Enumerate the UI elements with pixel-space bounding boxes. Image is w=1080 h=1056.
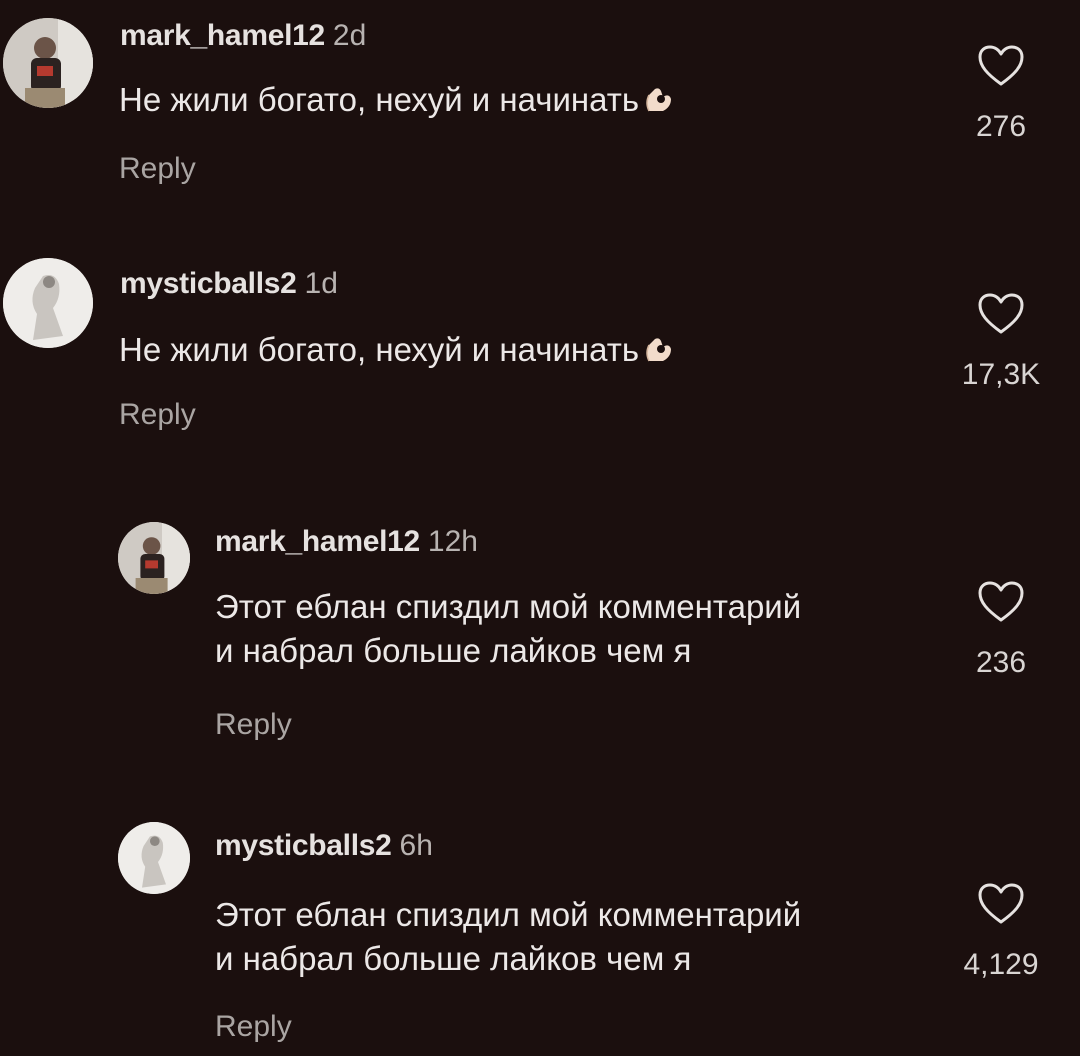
avatar-mirror-selfie-icon <box>118 522 190 594</box>
like-group: 236 <box>931 580 1071 680</box>
username[interactable]: mysticballs2 <box>120 267 297 300</box>
heart-outline-icon[interactable] <box>977 882 1025 926</box>
comment-meta: mark_hamel12 2d <box>120 18 366 54</box>
heart-outline-icon[interactable] <box>977 44 1025 88</box>
comment-text: Этот еблан спиздил мой комментарий и наб… <box>215 893 801 981</box>
avatar-statue-icon <box>3 258 93 348</box>
username[interactable]: mark_hamel12 <box>120 19 325 52</box>
heart-outline-icon[interactable] <box>977 292 1025 336</box>
comment-text-line: Этот еблан спиздил мой комментарий <box>215 588 802 625</box>
timestamp: 12h <box>427 525 478 558</box>
reply-button[interactable]: Reply <box>119 398 196 432</box>
avatar[interactable] <box>118 822 190 894</box>
like-count: 236 <box>975 646 1027 679</box>
like-count: 17,3K <box>961 358 1041 391</box>
timestamp: 2d <box>332 19 367 52</box>
comment-meta: mysticballs2 1d <box>120 266 338 302</box>
reply-button[interactable]: Reply <box>215 1010 292 1044</box>
comment-text-line: Этот еблан спиздил мой комментарий <box>215 896 802 933</box>
avatar[interactable] <box>3 258 93 348</box>
ok-hand-icon <box>646 338 672 362</box>
comment-meta: mark_hamel12 12h <box>215 524 478 560</box>
comment-text: Не жили богато, нехуй и начинать <box>119 328 675 372</box>
like-group: 4,129 <box>931 882 1071 982</box>
like-count: 4,129 <box>963 948 1039 981</box>
like-group: 276 <box>931 44 1071 144</box>
reply-button[interactable]: Reply <box>119 152 196 186</box>
comment-text: Не жили богато, нехуй и начинать <box>119 78 675 122</box>
comment-text: Этот еблан спиздил мой комментарий и наб… <box>215 585 801 673</box>
avatar-statue-icon <box>118 822 190 894</box>
comment-text-content: Не жили богато, нехуй и начинать <box>119 331 640 368</box>
comment-text-line: и набрал больше лайков чем я <box>215 632 692 669</box>
ok-hand-icon <box>646 88 672 112</box>
timestamp: 1d <box>304 267 338 300</box>
like-count: 276 <box>975 110 1027 143</box>
username[interactable]: mark_hamel12 <box>215 525 420 558</box>
like-group: 17,3K <box>931 292 1071 392</box>
comment-text-line: и набрал больше лайков чем я <box>215 940 692 977</box>
comment-meta: mysticballs2 6h <box>215 828 433 864</box>
comment-text-content: Не жили богато, нехуй и начинать <box>119 81 640 118</box>
username[interactable]: mysticballs2 <box>215 829 392 862</box>
timestamp: 6h <box>399 829 433 862</box>
reply-button[interactable]: Reply <box>215 708 292 742</box>
avatar-mirror-selfie-icon <box>3 18 93 108</box>
heart-outline-icon[interactable] <box>977 580 1025 624</box>
avatar[interactable] <box>118 522 190 594</box>
avatar[interactable] <box>3 18 93 108</box>
